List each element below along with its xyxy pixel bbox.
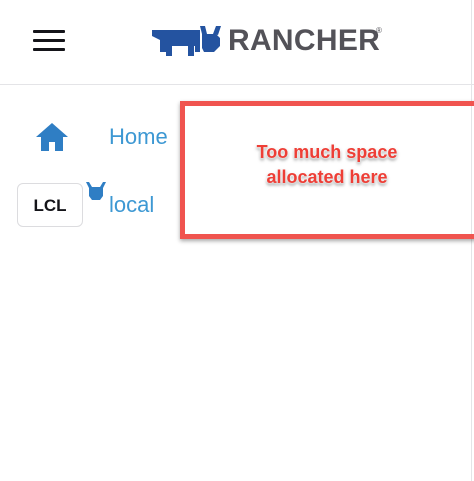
brand-name: RANCHER — [228, 24, 381, 57]
nav-label-home[interactable]: Home — [109, 124, 168, 150]
annotation-callout: Too much space allocated here — [232, 140, 422, 190]
rancher-cow-icon — [152, 26, 221, 56]
top-header: RANCHER ® — [0, 0, 474, 85]
sidebar-edge-divider — [471, 0, 472, 481]
mobile-screen: RANCHER ® Home LCL local Too much space … — [0, 0, 474, 481]
annotation-line-1: Too much space — [256, 142, 398, 162]
nav-item-home[interactable]: Home — [0, 110, 180, 162]
nav-label-local[interactable]: local — [109, 192, 154, 218]
cluster-badge[interactable]: LCL — [17, 182, 106, 227]
registered-mark: ® — [376, 26, 382, 35]
nav-item-local[interactable]: LCL local — [0, 178, 180, 230]
cluster-badge-label: LCL — [33, 196, 67, 215]
annotation-line-2: allocated here — [266, 167, 388, 187]
hamburger-menu-icon[interactable] — [33, 30, 65, 52]
rancher-cow-icon — [86, 182, 106, 200]
home-icon — [36, 123, 68, 151]
